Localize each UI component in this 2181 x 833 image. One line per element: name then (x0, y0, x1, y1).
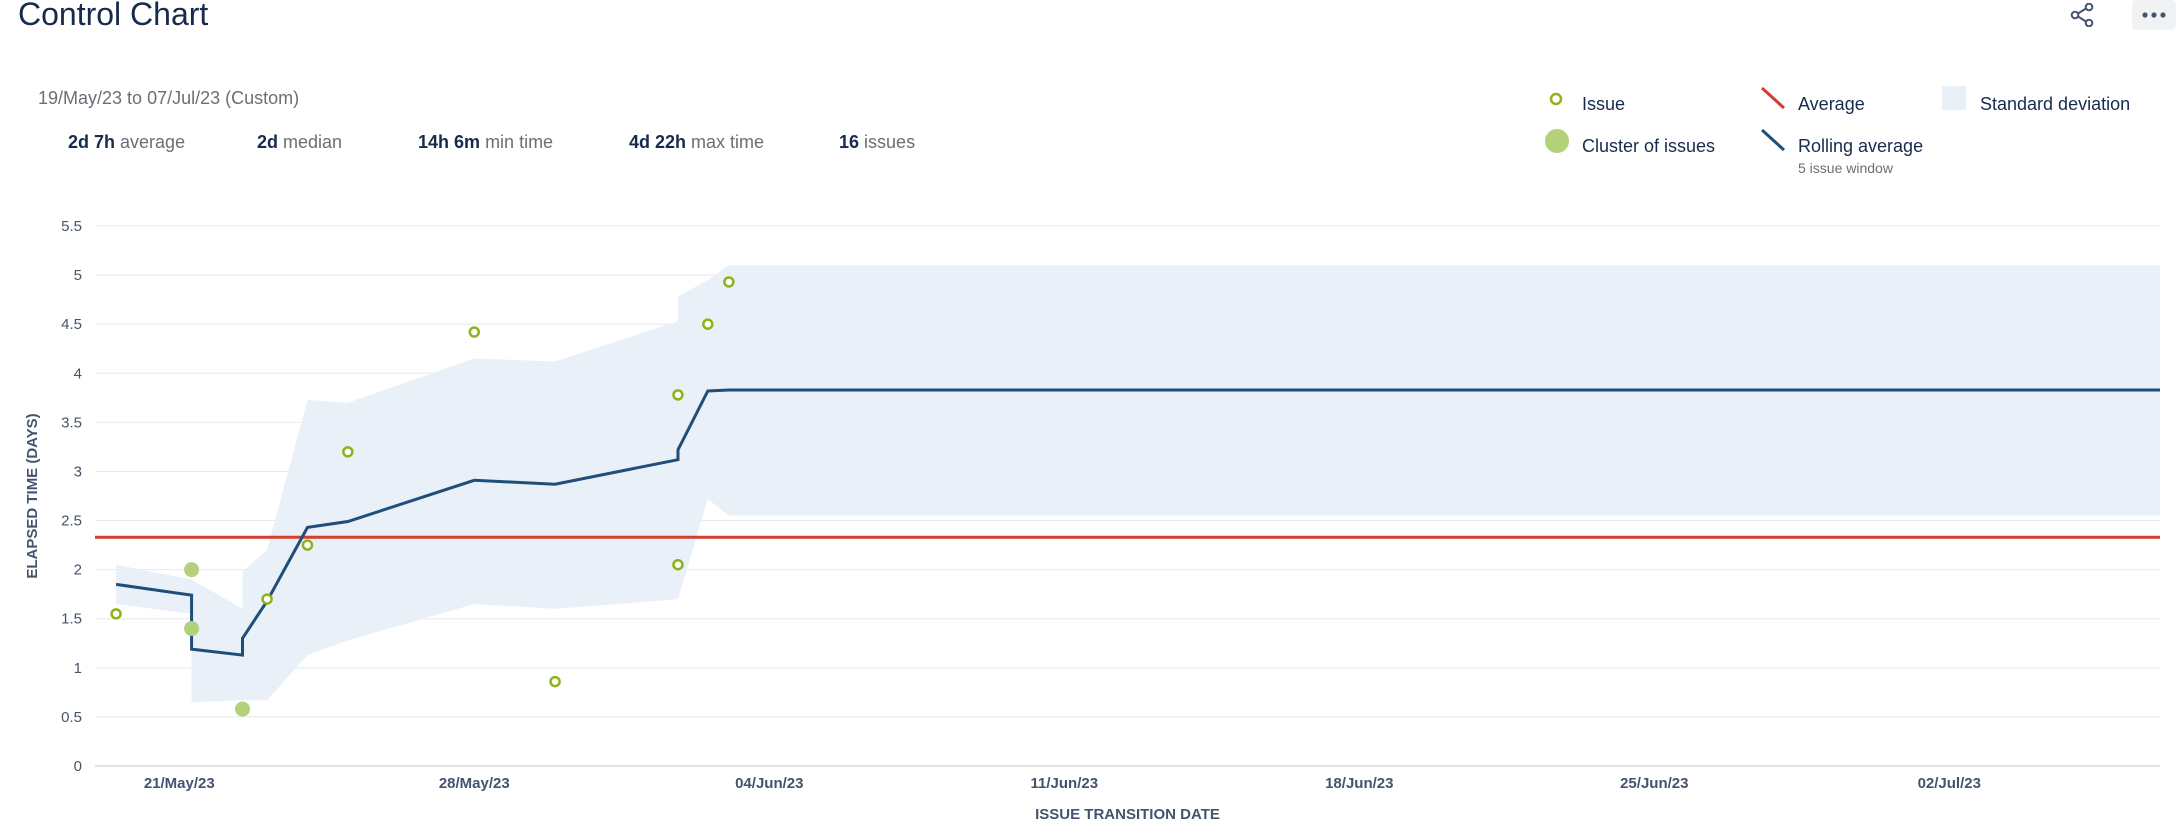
y-tick-label: 1 (74, 660, 82, 677)
issue-point[interactable] (468, 326, 481, 338)
y-tick-label: 1.5 (61, 611, 82, 628)
cluster-point[interactable] (184, 621, 200, 637)
x-axis-title: ISSUE TRANSITION DATE (1035, 806, 1220, 823)
x-tick-label: 18/Jun/23 (1325, 775, 1393, 792)
issue-point[interactable] (301, 539, 314, 551)
x-tick-label: 02/Jul/23 (1918, 775, 1981, 792)
x-tick-label: 21/May/23 (144, 775, 215, 792)
y-tick-label: 4.5 (61, 316, 82, 333)
issue-point[interactable] (549, 675, 561, 688)
x-tick-label: 04/Jun/23 (735, 775, 803, 792)
x-tick-label: 11/Jun/23 (1031, 775, 1099, 792)
cluster-point[interactable] (235, 701, 250, 717)
issue-point[interactable] (342, 446, 354, 458)
y-tick-label: 3 (74, 463, 82, 480)
y-tick-label: 0 (74, 758, 82, 775)
x-axis: 21/May/23 28/May/23 04/Jun/23 11/Jun/23 18/J… (144, 775, 1981, 792)
std-deviation-band (116, 265, 2161, 703)
x-tick-label: 25/Jun/23 (1620, 775, 1688, 792)
issue-point[interactable] (672, 389, 684, 401)
cluster-point[interactable] (184, 562, 200, 578)
y-axis: 0 0.5 1 1.5 2 2.5 3 3.5 4 4.5 5 5.5 (61, 218, 82, 775)
y-axis-title: ELAPSED TIME (DAYS) (24, 413, 41, 578)
y-tick-label: 3.5 (61, 414, 82, 431)
y-tick-label: 5.5 (61, 218, 82, 235)
y-tick-label: 2 (74, 562, 82, 579)
issue-point[interactable] (261, 593, 273, 605)
y-tick-label: 0.5 (61, 709, 82, 726)
y-tick-label: 5 (74, 267, 82, 284)
issue-point[interactable] (110, 608, 122, 620)
issue-point[interactable] (723, 276, 735, 288)
control-chart: 0 0.5 1 1.5 2 2.5 3 3.5 4 4.5 5 5.5 21/May/23 28/May… (24, 218, 2161, 823)
y-tick-label: 4 (74, 365, 82, 382)
issue-point[interactable] (702, 318, 714, 330)
issue-point[interactable] (672, 558, 684, 571)
y-tick-label: 2.5 (61, 513, 82, 530)
x-tick-label: 28/May/23 (439, 775, 510, 792)
